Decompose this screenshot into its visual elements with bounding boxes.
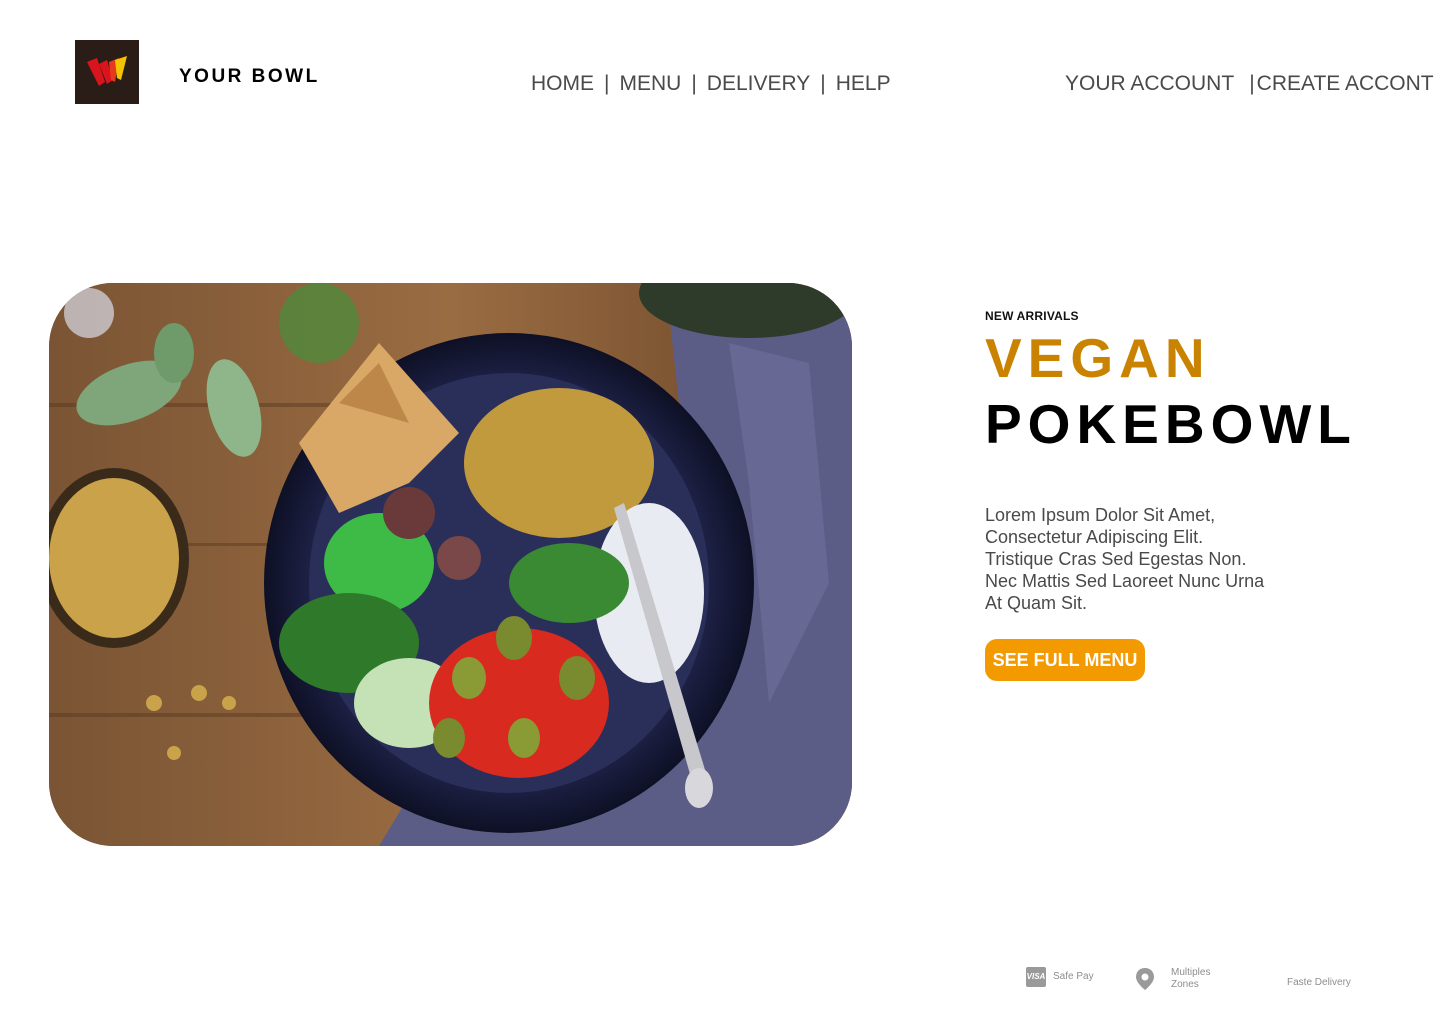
account-separator: |: [1249, 72, 1255, 95]
delivery-label: Faste Delivery: [1287, 977, 1351, 988]
w-logo-icon: [87, 56, 127, 86]
description-line: At Quam Sit.: [985, 593, 1088, 613]
feature-zones: Multiples Zones: [1134, 967, 1221, 991]
feature-delivery: Faste Delivery: [1287, 977, 1351, 989]
visa-icon: VISA: [1026, 967, 1046, 987]
see-full-menu-button[interactable]: SEE FULL MENU: [985, 639, 1145, 681]
your-account-link[interactable]: YOUR ACCOUNT: [1065, 72, 1234, 96]
nav-separator: |: [820, 72, 826, 95]
location-pin-icon: [1136, 968, 1154, 990]
vegan-bowl-photo: [49, 283, 852, 846]
account-nav: YOUR ACCOUNT | CREATE ACCONT: [1065, 72, 1434, 96]
zones-label-line: Multiples: [1171, 967, 1211, 978]
safe-pay-label: Safe Pay: [1053, 971, 1094, 982]
nav-separator: |: [604, 72, 610, 95]
brand-name: YOUR BOWL: [179, 66, 320, 87]
feature-safe-pay: VISA Safe Pay: [1026, 967, 1094, 987]
nav-separator: |: [691, 72, 697, 95]
zones-label: Multiples Zones: [1171, 967, 1221, 991]
nav-help[interactable]: HELP: [836, 72, 891, 96]
hero-description: Lorem Ipsum Dolor Sit Amet, Consectetur …: [985, 504, 1305, 614]
nav-menu[interactable]: MENU: [619, 72, 681, 96]
brand-logo[interactable]: [75, 40, 139, 104]
hero-title-vegan: VEGAN: [985, 327, 1211, 389]
description-line: Lorem Ipsum Dolor Sit Amet,: [985, 505, 1216, 525]
description-line: Nec Mattis Sed Laoreet Nunc Urna: [985, 571, 1265, 591]
hero-image: [49, 283, 852, 846]
main-nav: HOME | MENU | DELIVERY | HELP: [531, 72, 891, 96]
nav-delivery[interactable]: DELIVERY: [707, 72, 811, 96]
nav-home[interactable]: HOME: [531, 72, 594, 96]
description-line: Tristique Cras Sed Egestas Non.: [985, 549, 1247, 569]
hero-title-pokebowl: POKEBOWL: [985, 393, 1357, 455]
description-line: Consectetur Adipiscing Elit.: [985, 527, 1204, 547]
create-account-link[interactable]: CREATE ACCONT: [1257, 72, 1434, 96]
zones-label-line: Zones: [1171, 979, 1199, 990]
new-arrivals-label: NEW ARRIVALS: [985, 309, 1079, 323]
